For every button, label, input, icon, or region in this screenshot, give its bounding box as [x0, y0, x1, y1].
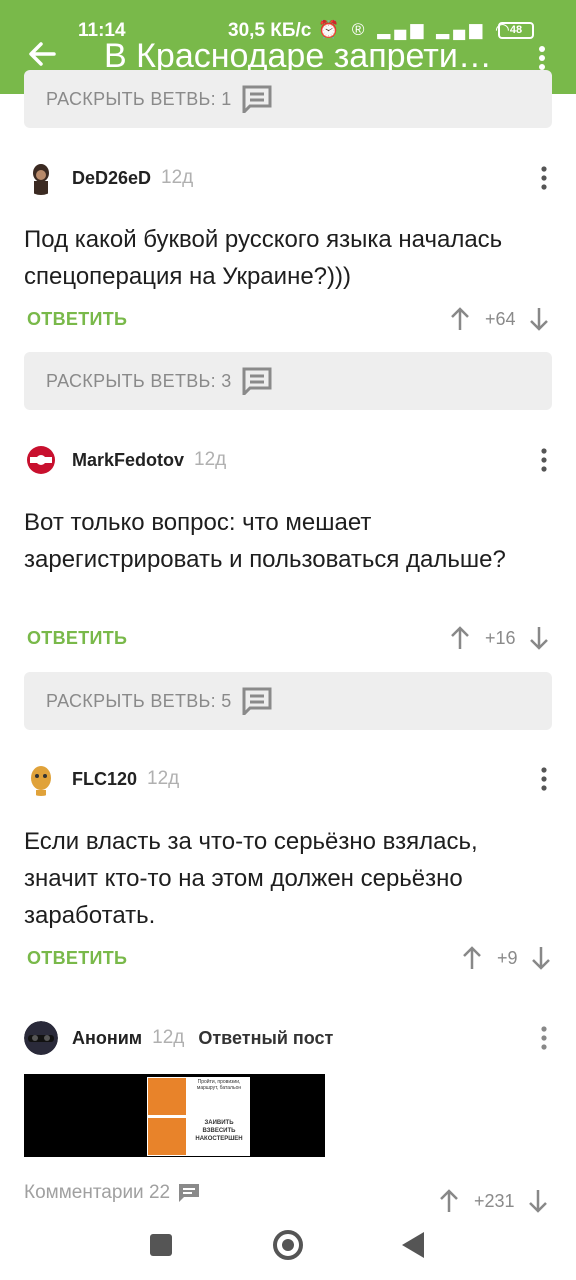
- comments-count-label: Комментарии 22: [24, 1182, 171, 1203]
- meme-image: Пройти, провизии, маршрут, батальон ЗАИВ…: [147, 1077, 250, 1156]
- upvote-arrow-icon[interactable]: [449, 625, 471, 651]
- comment-text: Вот только вопрос: что мешает зарегистри…: [24, 509, 506, 573]
- comment-menu-icon[interactable]: [538, 166, 550, 190]
- comment-score: +64: [485, 308, 516, 329]
- more-menu-icon[interactable]: [536, 46, 548, 70]
- avatar[interactable]: [24, 1021, 58, 1055]
- expand-branch-label: РАСКРЫТЬ ВЕТВЬ: 1: [46, 88, 232, 109]
- vote-controls: +16: [449, 623, 550, 653]
- vote-controls: +64: [449, 304, 550, 334]
- comments-count[interactable]: Комментарии 22: [24, 1182, 200, 1204]
- meme-caption-bottom: ЗАИВИТЬ ВЗВЕСИТЬ НАКОСТЕРШЕН: [195, 1120, 243, 1142]
- comment-age: 12д: [147, 768, 180, 789]
- expand-branch-button[interactable]: РАСКРЫТЬ ВЕТВЬ: 1: [24, 70, 552, 128]
- system-nav-bar: [0, 1216, 576, 1280]
- comment-header: DeD26eD 12д: [24, 160, 193, 196]
- comment-icon: [242, 85, 272, 113]
- reply-button[interactable]: ОТВЕТИТЬ: [27, 948, 127, 969]
- system-back-button[interactable]: [402, 1232, 424, 1258]
- username[interactable]: Аноним: [72, 1028, 142, 1049]
- comment-header: MarkFedotov 12д: [24, 442, 226, 478]
- comment-age: 12д: [194, 449, 227, 470]
- post-score: +231: [474, 1190, 515, 1211]
- meme-face-top: [148, 1078, 186, 1115]
- comment-score: +9: [497, 947, 518, 968]
- expand-branch-button[interactable]: РАСКРЫТЬ ВЕТВЬ: 5: [24, 672, 552, 730]
- comment-header: FLC120 12д: [24, 761, 179, 797]
- post-header: Аноним 12д Ответный пост: [24, 1020, 333, 1056]
- expand-branch-label: РАСКРЫТЬ ВЕТВЬ: 5: [46, 690, 232, 711]
- post-age: 12д: [152, 1027, 185, 1048]
- upvote-arrow-icon[interactable]: [461, 945, 483, 971]
- username[interactable]: FLC120: [72, 769, 137, 790]
- expand-branch-label: РАСКРЫТЬ ВЕТВЬ: 3: [46, 370, 232, 391]
- reply-button[interactable]: ОТВЕТИТЬ: [27, 309, 127, 330]
- post-menu-icon[interactable]: [538, 1026, 550, 1050]
- downvote-arrow-icon[interactable]: [527, 1188, 549, 1214]
- avatar[interactable]: [24, 443, 58, 477]
- comment-age: 12д: [161, 167, 194, 188]
- comment-text: Под какой буквой русского языка началась…: [24, 226, 503, 290]
- comment-text: Если власть за что-то серьёзно взялась, …: [24, 828, 478, 929]
- meme-caption-top: Пройти, провизии, маршрут, батальон: [196, 1079, 242, 1091]
- expand-branch-button[interactable]: РАСКРЫТЬ ВЕТВЬ: 3: [24, 352, 552, 410]
- reply-post-label: Ответный пост: [198, 1027, 334, 1048]
- meme-face-bottom: [148, 1118, 186, 1155]
- comment-menu-icon[interactable]: [538, 448, 550, 472]
- username[interactable]: MarkFedotov: [72, 450, 184, 471]
- recent-apps-button[interactable]: [150, 1234, 172, 1256]
- comment-score: +16: [485, 627, 516, 648]
- upvote-arrow-icon[interactable]: [438, 1188, 460, 1214]
- comment-menu-icon[interactable]: [538, 767, 550, 791]
- avatar[interactable]: [24, 161, 58, 195]
- comment-icon: [179, 1184, 200, 1202]
- downvote-arrow-icon[interactable]: [528, 306, 550, 332]
- home-button[interactable]: [273, 1230, 303, 1260]
- comment-icon: [242, 367, 272, 395]
- upvote-arrow-icon[interactable]: [449, 306, 471, 332]
- vote-controls: +9: [461, 943, 552, 973]
- comment-icon: [242, 687, 272, 715]
- post-vote-controls: +231: [438, 1186, 549, 1216]
- post-image[interactable]: Пройти, провизии, маршрут, батальон ЗАИВ…: [24, 1074, 325, 1157]
- back-arrow-icon[interactable]: [26, 38, 58, 70]
- downvote-arrow-icon[interactable]: [528, 625, 550, 651]
- reply-button[interactable]: ОТВЕТИТЬ: [27, 628, 127, 649]
- avatar[interactable]: [24, 762, 58, 796]
- downvote-arrow-icon[interactable]: [530, 945, 552, 971]
- username[interactable]: DeD26eD: [72, 168, 151, 189]
